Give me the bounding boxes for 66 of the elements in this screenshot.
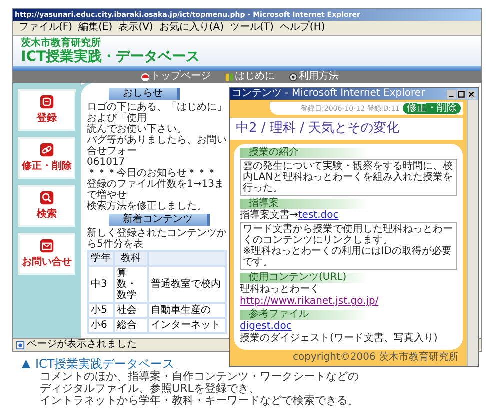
- notice-text: バグ等がありましたら、お問い合せフォー: [87, 135, 227, 157]
- section-label: 指導案: [240, 199, 369, 209]
- close-icon[interactable]: [467, 90, 476, 98]
- column-header: 教科: [115, 252, 147, 265]
- file-description: 授業のダイジェスト(ワード文書、写真入り): [240, 333, 439, 344]
- link-icon: [40, 143, 54, 157]
- mail-icon: [40, 239, 54, 253]
- notice-text: 061017: [87, 157, 126, 168]
- menu-item[interactable]: ファイル(F): [19, 22, 73, 34]
- section-heading: おしらせ: [109, 88, 180, 100]
- column-header: 学年: [89, 252, 113, 265]
- table-cell: インターネット: [149, 319, 225, 332]
- nav-link[interactable]: はじめに: [225, 71, 275, 83]
- text-area[interactable]: ワード文書から授業で使用した理科ねっとわーくのコンテンツにリンクします。 ※理科ねっとわーくの利用にはIDの取得が必要です。: [240, 222, 457, 270]
- status-text: ページが表示されました: [27, 340, 137, 350]
- menu-item[interactable]: 編集(E): [78, 22, 113, 34]
- notice-text: 登録のファイル件数を1→13まで増やせ: [87, 179, 226, 201]
- maximize-icon[interactable]: [457, 90, 466, 98]
- nav-link[interactable]: トップページ: [141, 71, 211, 83]
- section-label: 授業の紹介: [240, 148, 369, 158]
- menu-item[interactable]: ツール(T): [230, 22, 274, 34]
- table-cell: 総合: [115, 319, 147, 332]
- nav-link[interactable]: 利用方法: [289, 71, 339, 83]
- table-cell: 中3: [89, 267, 113, 302]
- section-heading: 新着コンテンツ: [109, 214, 210, 226]
- site-title: ICT授業実践・データベース: [21, 49, 202, 65]
- sidebar-button[interactable]: 修正・削除: [18, 137, 76, 179]
- sidebar-button[interactable]: お問い合せ: [18, 233, 76, 275]
- page-heading: 中2 / 理科 / 天気とその変化: [230, 118, 463, 140]
- menu-item[interactable]: お気に入り(A): [159, 22, 224, 34]
- sidebar-button[interactable]: 検索: [18, 185, 76, 227]
- table-cell: 社会: [115, 304, 147, 317]
- page-icon: [16, 340, 25, 350]
- document-label: 指導案文書→: [240, 210, 298, 221]
- file-link[interactable]: digest.doc: [240, 321, 292, 332]
- triangle-marker: ▲: [22, 357, 30, 371]
- notice-text: ロゴの下にある、「はじめに」および「使用: [87, 102, 227, 124]
- table-cell: 小6: [89, 319, 113, 332]
- table-cell: 小5: [89, 304, 113, 317]
- section-label: 使用コンテンツ(URL): [240, 273, 369, 283]
- caption-text: イントラネットから学年・教科・キーワードなどで検索できる。: [39, 395, 360, 407]
- minimize-icon[interactable]: [447, 90, 456, 98]
- window-title: コンテンツ - Microsoft Internet Explorer: [232, 89, 426, 99]
- table-cell: 算数・数学: [115, 267, 147, 302]
- menu-item[interactable]: ヘルプ(H): [280, 22, 326, 34]
- document-link[interactable]: test.doc: [298, 210, 339, 221]
- table-caption: 新しく登録されたコンテンツから5件分を表: [87, 228, 227, 250]
- content-name: 理科ねっとわーく: [240, 284, 321, 295]
- scroll-bar[interactable]: [467, 100, 478, 366]
- notice-text: 検索方法を修正しました。: [87, 201, 208, 212]
- copyright-text: copyright©2006 茨木市教育研究所: [292, 352, 459, 363]
- text-area[interactable]: 雲の発生について実験・観察をする時間に、校内LANと理科ねっとわーくを組み入れた授業を行った。: [240, 159, 457, 196]
- menu-item[interactable]: 表示(V): [118, 22, 154, 34]
- edit-button[interactable]: 修正・削除: [403, 103, 461, 114]
- search-icon: [40, 191, 54, 205]
- site-org: 茨木市教育研究所: [21, 38, 102, 49]
- section-label: 参考ファイル: [240, 310, 369, 320]
- caption-text: ディジタルファイル、参照URLを登録でき、: [39, 383, 261, 395]
- caption-text: コメントのほか、指導案・自作コンテンツ・ワークシートなどの: [39, 371, 360, 383]
- url-link[interactable]: http://www.rikanet.jst.go.jp/: [240, 296, 379, 307]
- sidebar-button[interactable]: 登録: [18, 89, 76, 131]
- notice-text: 読んでお使い下さい。: [87, 124, 188, 135]
- table-cell: 普通教室で校内: [149, 267, 225, 302]
- notice-text: ＊＊＊今日のお知らせ＊＊＊: [87, 168, 218, 179]
- caption-title: ICT授業実践データベース: [35, 357, 175, 371]
- table-cell: 自動車生産の: [149, 304, 225, 317]
